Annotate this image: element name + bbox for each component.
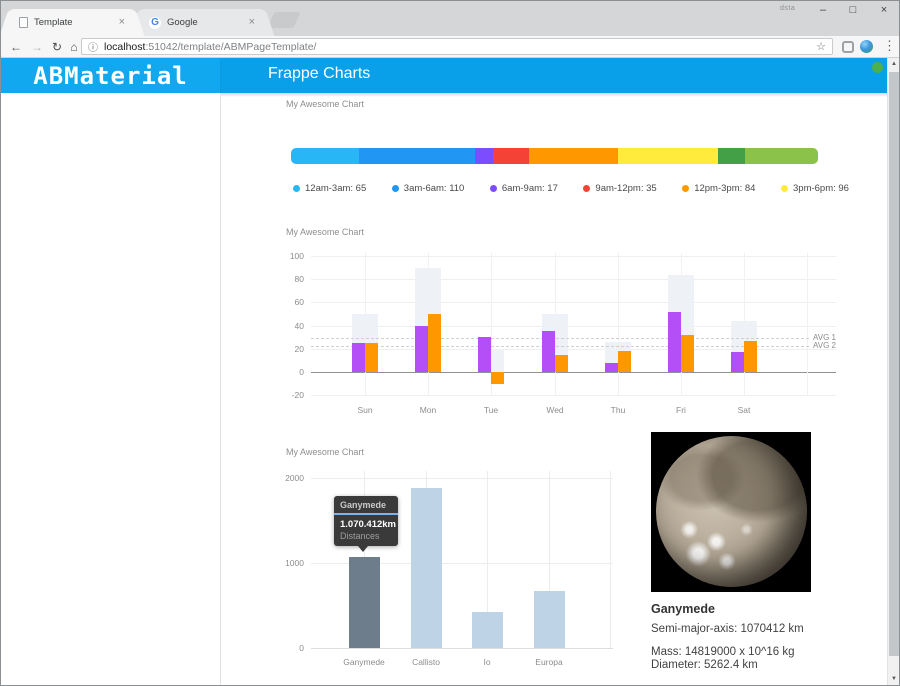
x-tick-label: Ganymede	[343, 657, 385, 667]
tooltip-title: Ganymede	[334, 496, 398, 515]
ganymede-image	[651, 432, 811, 592]
moon-fact-diameter: Diameter: 5262.4 km	[651, 659, 758, 671]
bar-dataset-1[interactable]	[415, 326, 428, 372]
google-g-icon: G	[149, 16, 161, 29]
scroll-down-icon[interactable]: ▼	[888, 673, 899, 685]
tab-close-icon[interactable]: ×	[119, 17, 125, 28]
grid-line-h	[311, 326, 836, 327]
bar-dataset-1[interactable]	[731, 352, 744, 372]
tooltip-value: 1.070.412km	[340, 519, 396, 530]
bar-dataset-1[interactable]	[542, 331, 555, 372]
scrollbar-thumb[interactable]	[889, 72, 899, 656]
grid-line-h	[311, 372, 836, 373]
x-tick-label: Europa	[535, 657, 563, 667]
bar-ganymede[interactable]	[349, 557, 380, 648]
grid-line-v	[807, 253, 808, 395]
avg-annotation-label: AVG 2	[813, 341, 836, 350]
avg-annotation-line	[311, 346, 809, 347]
y-tick-label: 1000	[285, 558, 304, 568]
bar-dataset-2[interactable]	[618, 351, 631, 372]
page-icon	[19, 17, 28, 28]
bar-io[interactable]	[472, 612, 503, 648]
x-tick-label: Callisto	[412, 657, 440, 667]
avg-annotation-line	[311, 338, 809, 339]
tab-close-icon[interactable]: ×	[249, 17, 255, 28]
y-tick-label: 40	[294, 321, 304, 331]
bar-dataset-1[interactable]	[668, 312, 681, 372]
bar-dataset-1[interactable]	[478, 337, 491, 372]
x-tick-label: Io	[483, 657, 491, 667]
grid-line-v	[610, 471, 611, 648]
bar-dataset-2[interactable]	[365, 343, 378, 372]
tab-title: Template	[34, 17, 73, 28]
y-tick-label: 100	[289, 251, 304, 261]
bar-dataset-2[interactable]	[555, 355, 568, 372]
x-tick-label: Mon	[419, 405, 437, 415]
grid-line-h	[311, 279, 836, 280]
tab-google[interactable]: G Google ×	[141, 9, 263, 36]
grid-line-h	[311, 256, 836, 257]
bar-dataset-1[interactable]	[605, 363, 618, 372]
moon-fact-mass: Mass: 14819000 x 10^16 kg	[651, 646, 795, 658]
y-tick-label: 0	[299, 367, 304, 377]
y-tick-label: 0	[299, 643, 304, 653]
x-tick-label: Sun	[357, 405, 373, 415]
grid-line-h	[311, 349, 836, 350]
bar-dataset-1[interactable]	[352, 343, 365, 372]
y-tick-label: -20	[291, 390, 304, 400]
grid-line-h	[311, 395, 836, 396]
bar-dataset-2[interactable]	[744, 341, 757, 372]
tab-title: Google	[167, 17, 198, 28]
bar-dataset-2[interactable]	[681, 335, 694, 372]
bar-europa[interactable]	[534, 591, 565, 648]
chart-tooltip: Ganymede 1.070.412km Distances	[334, 496, 398, 552]
x-tick-label: Tue	[483, 405, 499, 415]
tooltip-arrow	[358, 546, 368, 552]
y-tick-label: 80	[294, 274, 304, 284]
moon-photo	[656, 436, 807, 587]
grid-line-h	[311, 648, 613, 649]
vertical-scrollbar[interactable]: ▲ ▼	[887, 58, 899, 685]
x-tick-label: Wed	[546, 405, 564, 415]
x-tick-label: Sat	[737, 405, 751, 415]
y-tick-label: 60	[294, 297, 304, 307]
bar-dataset-2[interactable]	[428, 314, 441, 372]
scroll-up-icon[interactable]: ▲	[888, 58, 899, 71]
x-tick-label: Thu	[610, 405, 626, 415]
browser-window: Template × G Google × dsta – □ × ← → ↻ ⌂…	[0, 0, 900, 686]
grid-line-v	[618, 253, 619, 395]
y-tick-label: 20	[294, 344, 304, 354]
y-tick-label: 2000	[285, 473, 304, 483]
moon-name: Ganymede	[651, 602, 715, 616]
bar-dataset-2[interactable]	[491, 372, 504, 384]
grid-line-h	[311, 478, 613, 479]
tab-template[interactable]: Template ×	[11, 9, 133, 36]
bar-callisto[interactable]	[411, 488, 442, 648]
x-tick-label: Fri	[676, 405, 686, 415]
grid-line-h	[311, 302, 836, 303]
moon-fact-axis: Semi-major-axis: 1070412 km	[651, 623, 804, 635]
tooltip-label: Distances	[340, 531, 380, 541]
